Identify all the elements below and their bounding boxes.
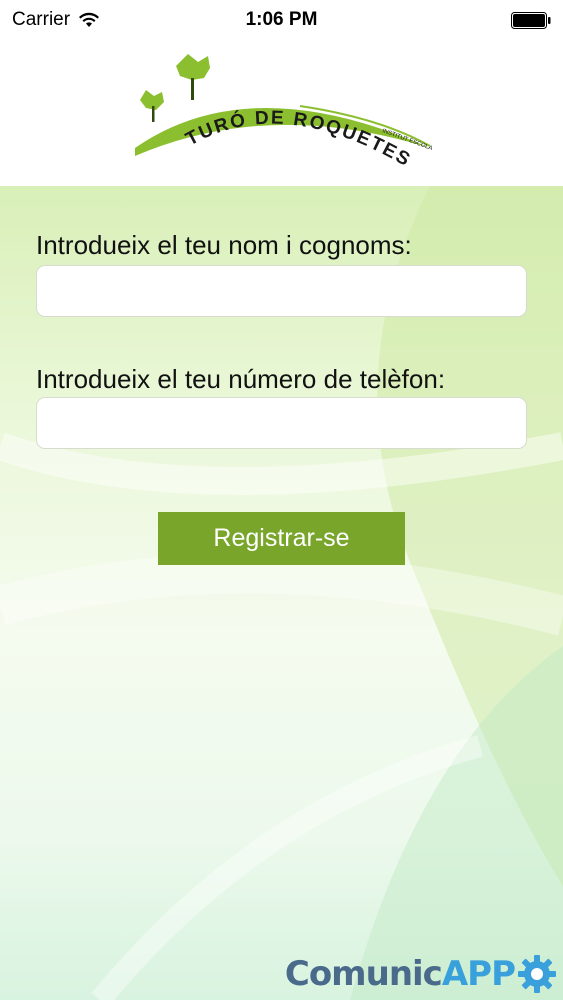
battery-icon xyxy=(511,11,551,29)
status-bar: Carrier 1:06 PM xyxy=(0,0,563,40)
name-field[interactable] xyxy=(36,265,527,317)
logo-school-name: TURÓ DE ROQUETES xyxy=(182,108,413,172)
small-tree-icon xyxy=(140,90,164,122)
wifi-icon xyxy=(79,12,100,27)
brand-comunic: Comunic xyxy=(284,954,443,994)
gear-icon xyxy=(518,955,556,993)
brand-app: APP xyxy=(441,954,516,994)
register-button[interactable]: Registrar-se xyxy=(158,512,405,565)
comunicapp-brand: Comunic APP xyxy=(285,954,557,994)
registration-panel: Introdueix el teu nom i cognoms: Introdu… xyxy=(0,186,563,1000)
school-logo: TURÓ DE ROQUETES INSTITUT ESCOLA xyxy=(135,54,433,172)
phone-label: Introdueix el teu número de telèfon: xyxy=(36,364,446,394)
name-label: Introdueix el teu nom i cognoms: xyxy=(36,230,412,260)
header: TURÓ DE ROQUETES INSTITUT ESCOLA xyxy=(0,40,563,186)
tree-icon xyxy=(176,54,210,100)
phone-field[interactable] xyxy=(36,397,527,449)
svg-text:TURÓ DE ROQUETES: TURÓ DE ROQUETES xyxy=(182,108,415,172)
carrier-label: Carrier xyxy=(12,9,71,30)
